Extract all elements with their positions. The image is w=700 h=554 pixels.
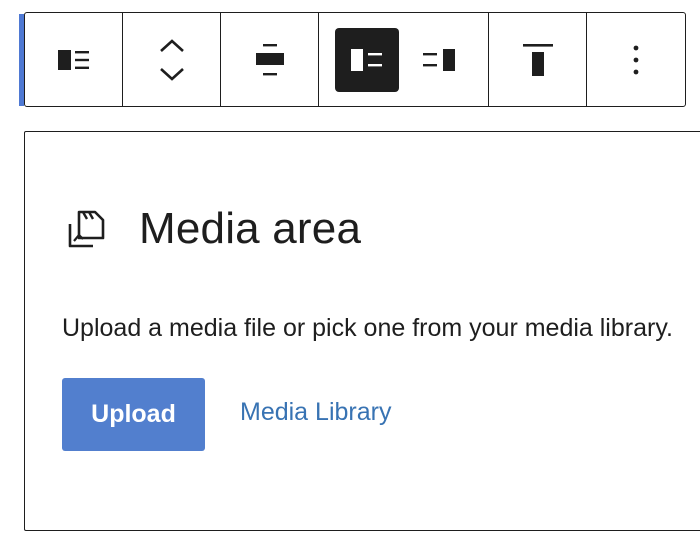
align-button[interactable]: [240, 30, 300, 90]
media-left-icon: [351, 48, 382, 71]
media-left-button[interactable]: [335, 27, 399, 92]
media-right-button[interactable]: [407, 28, 471, 92]
toolbar-group-vertical-align: [489, 13, 587, 106]
block-toolbar: [24, 12, 686, 107]
toolbar-group-block-type: [25, 13, 123, 106]
toolbar-group-mover: [123, 13, 221, 106]
move-up-down-icon: [159, 38, 184, 81]
upload-button[interactable]: Upload: [62, 378, 205, 451]
media-placeholder-instructions: Upload a media file or pick one from you…: [62, 314, 673, 342]
media-placeholder-header: Media area: [65, 204, 361, 254]
vertical-align-button[interactable]: [508, 30, 568, 90]
toolbar-group-align: [221, 13, 319, 106]
media-right-icon: [423, 48, 455, 71]
media-icon: [68, 210, 105, 248]
media-placeholder-title: Media area: [139, 204, 362, 253]
media-placeholder: Media area Upload a media file or pick o…: [24, 131, 700, 531]
options-button[interactable]: [611, 30, 661, 90]
toolbar-group-more: [587, 13, 685, 106]
more-options-icon: [633, 45, 639, 74]
block-type-button[interactable]: [44, 30, 104, 90]
align-center-icon: [255, 43, 284, 75]
vertical-align-top-icon: [522, 43, 553, 76]
media-library-button[interactable]: Media Library: [240, 398, 391, 427]
media-text-icon: [57, 49, 89, 70]
move-block-button[interactable]: [142, 25, 202, 95]
editor-canvas: Media area Upload a media file or pick o…: [0, 0, 700, 554]
toolbar-group-media-position: [319, 13, 489, 106]
